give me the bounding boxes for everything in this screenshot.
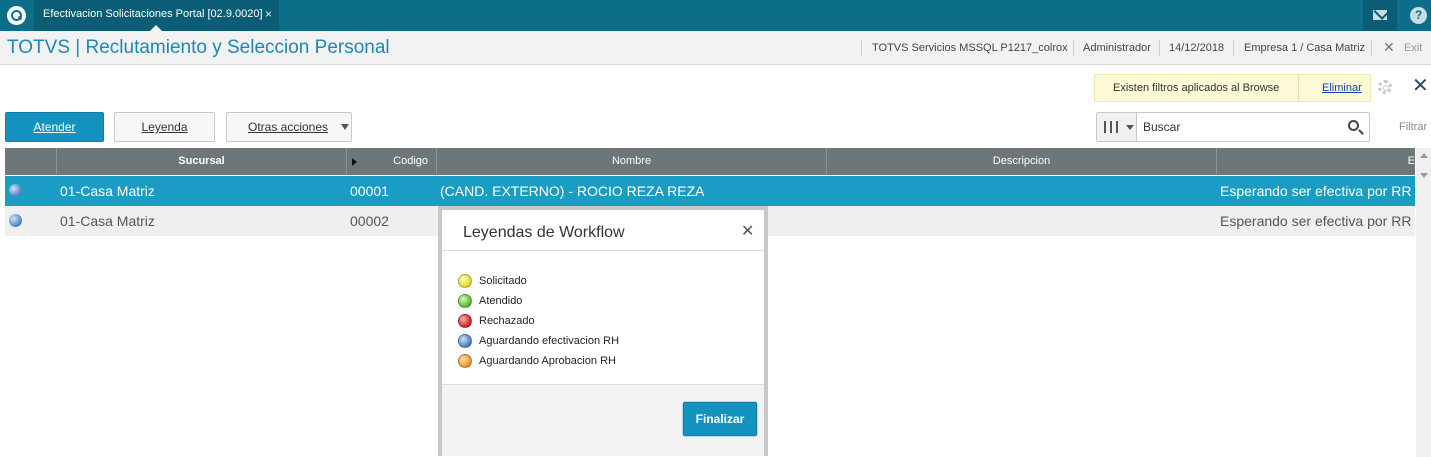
orange-ball-icon <box>458 354 472 368</box>
cell-codigo: 00002 <box>350 213 389 229</box>
totvs-logo-icon[interactable] <box>7 6 26 25</box>
dialog-footer: Finalizar <box>442 384 764 456</box>
filter-notice: Existen filtros aplicados al Browse Elim… <box>1094 74 1371 102</box>
dialog-title: Leyendas de Workflow <box>463 224 625 241</box>
red-ball-icon <box>458 314 472 328</box>
column-header-sucursal[interactable]: Sucursal <box>57 148 347 175</box>
otras-acciones-label: Otras acciones <box>248 120 329 134</box>
legend-label: Aguardando efectivacion RH <box>479 335 620 347</box>
dialog-divider <box>442 250 764 251</box>
mail-icon[interactable] <box>1363 0 1397 31</box>
table-row[interactable]: 01-Casa Matriz 00001 (CAND. EXTERNO) - R… <box>5 176 1415 206</box>
leyenda-button[interactable]: Leyenda <box>114 112 215 142</box>
cell-sucursal: 01-Casa Matriz <box>60 183 155 199</box>
company-info: Empresa 1 / Casa Matriz <box>1244 42 1366 54</box>
columns-icon <box>1104 121 1118 133</box>
close-icon[interactable]: ✕ <box>741 221 754 241</box>
cell-estado: Esperando ser efectiva por RR <box>1220 183 1412 199</box>
exit-button[interactable]: Exit <box>1404 42 1422 54</box>
column-header-status[interactable] <box>5 148 57 175</box>
legend-label: Atendido <box>479 295 523 307</box>
header-divider <box>861 40 862 56</box>
legend-label: Solicitado <box>479 275 527 287</box>
sort-indicator-icon <box>352 158 357 166</box>
search-icon[interactable] <box>1348 120 1359 131</box>
close-icon[interactable]: ✕ <box>1412 76 1429 96</box>
search-box <box>1096 112 1370 142</box>
chevron-down-icon <box>1126 125 1134 130</box>
filter-divider <box>1298 75 1299 101</box>
status-ball-icon <box>9 214 22 227</box>
status-ball-icon <box>9 184 22 197</box>
vertical-scrollbar[interactable] <box>1416 148 1431 457</box>
atender-button[interactable]: Atender <box>5 112 104 142</box>
cell-nombre: (CAND. EXTERNO) - ROCIO REZA REZA <box>440 183 705 199</box>
exit-icon[interactable]: ✕ <box>1383 39 1395 56</box>
scroll-down-icon[interactable] <box>1420 173 1428 178</box>
cell-estado: Esperando ser efectiva por RR <box>1220 213 1412 229</box>
leyenda-label: Leyenda <box>141 120 188 134</box>
column-header-nombre[interactable]: Nombre <box>437 148 827 175</box>
atender-label: Atender <box>33 120 76 134</box>
green-ball-icon <box>458 294 472 308</box>
header-divider <box>1371 40 1372 56</box>
legend-dialog: Leyendas de Workflow ✕ Solicitado Atendi… <box>438 206 768 456</box>
cell-sucursal: 01-Casa Matriz <box>60 213 155 229</box>
column-header-estado[interactable]: E <box>1217 148 1415 175</box>
app-header: TOTVS | Reclutamiento y Seleccion Person… <box>0 31 1431 65</box>
tab-title: Efectivacion Solicitaciones Portal [02.9… <box>43 8 263 20</box>
yellow-ball-icon <box>458 274 472 288</box>
column-header-descripcion[interactable]: Descripcion <box>827 148 1217 175</box>
filtrar-button[interactable]: Filtrar <box>1399 121 1427 133</box>
help-icon[interactable]: ? <box>1410 7 1427 24</box>
blue-ball-icon <box>458 334 472 348</box>
column-header-codigo[interactable]: Codigo <box>347 148 437 175</box>
legend-label: Aguardando Aprobacion RH <box>479 355 616 367</box>
columns-button[interactable] <box>1097 113 1137 141</box>
header-divider <box>1073 40 1074 56</box>
environment-info: TOTVS Servicios MSSQL P1217_colrox <box>872 42 1068 54</box>
cell-codigo: 00001 <box>350 183 389 199</box>
header-divider <box>1159 40 1160 56</box>
app-title: TOTVS | Reclutamiento y Seleccion Person… <box>7 37 390 58</box>
gear-icon[interactable] <box>1378 80 1392 94</box>
header-divider <box>1233 40 1234 56</box>
top-bar: Efectivacion Solicitaciones Portal [02.9… <box>0 0 1431 31</box>
finalizar-button[interactable]: Finalizar <box>683 402 757 436</box>
scroll-up-icon[interactable] <box>1420 153 1428 158</box>
chevron-down-icon <box>341 124 349 130</box>
grid-header: Sucursal Codigo Nombre Descripcion E <box>5 148 1415 175</box>
remove-filter-link[interactable]: Eliminar <box>1322 82 1362 94</box>
otras-acciones-button[interactable]: Otras acciones <box>226 112 352 142</box>
date-info: 14/12/2018 <box>1169 42 1225 54</box>
tab-close-icon[interactable]: × <box>265 0 272 28</box>
legend-label: Rechazado <box>479 315 535 327</box>
column-header-codigo-label: Codigo <box>393 155 428 167</box>
search-input[interactable] <box>1143 114 1343 140</box>
filter-notice-text: Existen filtros aplicados al Browse <box>1113 82 1280 94</box>
user-info: Administrador <box>1083 42 1151 54</box>
